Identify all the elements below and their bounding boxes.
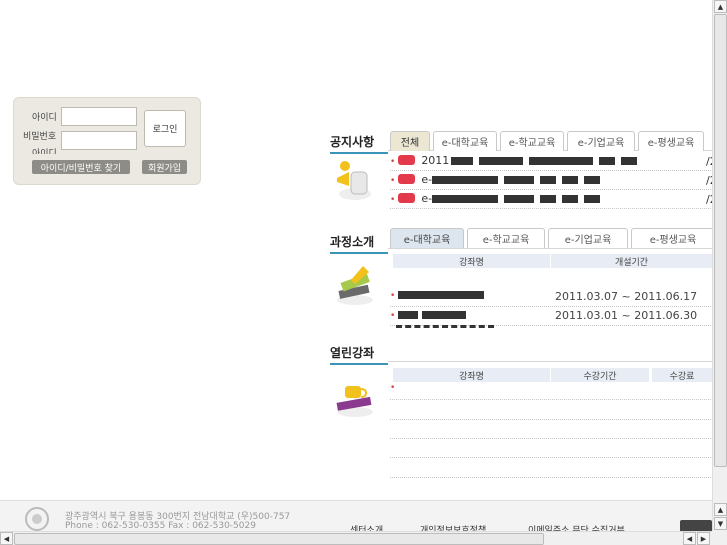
tab-courses-university[interactable]: e-대학교육 (390, 228, 464, 248)
row-divider (390, 457, 713, 458)
open-courses-divider (388, 361, 713, 362)
notice-item-prefix: 2011 (421, 154, 450, 167)
open-course-bullet: • (390, 380, 398, 393)
bullet-icon: • (390, 311, 396, 321)
open-courses-title: 열린강좌 (330, 344, 388, 365)
notice-tabs: 전체 e-대학교육 e-학교교육 e-기업교육 e-평생교육 (390, 131, 704, 151)
password-label: 비밀번호 (23, 132, 57, 142)
tab-notice-lifelong[interactable]: e-평생교육 (638, 131, 704, 151)
vertical-scrollbar[interactable]: ▲ ▲ ▼ (712, 0, 727, 531)
scroll-up-icon[interactable]: ▲ (714, 503, 727, 516)
scroll-down-icon[interactable]: ▼ (714, 517, 727, 530)
row-divider (390, 419, 713, 420)
notice-item[interactable]: • 2011 (390, 154, 638, 167)
row-divider (390, 189, 713, 190)
notice-item-prefix: e- (421, 173, 433, 186)
tab-notice-school[interactable]: e-학교교육 (500, 131, 564, 151)
row-divider (390, 399, 713, 400)
row-divider (390, 208, 713, 209)
bullet-icon: • (390, 176, 396, 186)
new-badge-icon (398, 155, 416, 165)
row-divider (390, 170, 713, 171)
course-period: 2011.03.01 ~ 2011.06.30 (555, 309, 698, 322)
tab-courses-school[interactable]: e-학교교육 (467, 228, 545, 248)
join-button[interactable]: 회원가입 (142, 160, 187, 174)
notice-title: 공지사항 (330, 133, 388, 154)
page: 아이디 비밀번호 아이디 로그인 아이디/비밀번호 찾기 회원가입 공지사항 전… (0, 0, 727, 545)
login-button[interactable]: 로그인 (144, 110, 186, 147)
megaphone-icon (337, 161, 371, 200)
truncated-course-row (396, 325, 494, 328)
course-row[interactable]: • (390, 308, 467, 321)
row-divider (390, 306, 713, 307)
course-period: 2011.03.07 ~ 2011.06.17 (555, 290, 698, 303)
open-header-name: 강좌명 (393, 368, 550, 382)
course-row[interactable]: • (390, 288, 485, 301)
courses-divider (388, 248, 713, 249)
tab-courses-lifelong[interactable]: e-평생교육 (631, 228, 715, 248)
tab-notice-corporate[interactable]: e-기업교육 (567, 131, 635, 151)
courses-header-name: 강좌명 (393, 254, 550, 268)
footer-phone: Phone : 062-530-0355 Fax : 062-530-5029 (65, 521, 256, 531)
open-header-fee: 수강료 (652, 368, 712, 382)
teacup-book-icon (336, 386, 373, 417)
open-header-period: 수강기간 (551, 368, 649, 382)
row-divider (390, 477, 713, 478)
footer: 광주광역시 북구 용봉동 300번지 전남대학교 (우)500-757 Phon… (0, 500, 712, 536)
row-divider (390, 438, 713, 439)
id-input[interactable] (61, 107, 137, 126)
courses-header-period: 개설기간 (551, 254, 712, 268)
id-label: 아이디 (32, 113, 57, 123)
scroll-left-icon[interactable]: ◀ (683, 532, 696, 545)
courses-title: 과정소개 (330, 233, 388, 254)
notice-item[interactable]: • e- (390, 192, 601, 205)
new-badge-icon (398, 174, 416, 184)
horizontal-scroll-thumb[interactable] (14, 533, 544, 545)
vertical-scroll-thumb[interactable] (714, 14, 727, 467)
login-box: 아이디 비밀번호 아이디 로그인 아이디/비밀번호 찾기 회원가입 (13, 97, 201, 185)
bullet-icon: • (390, 291, 396, 301)
books-icon (337, 266, 373, 305)
notice-item[interactable]: • e- (390, 173, 601, 186)
courses-tabs: e-대학교육 e-학교교육 e-기업교육 e-평생교육 (390, 228, 715, 248)
tab-courses-corporate[interactable]: e-기업교육 (548, 228, 628, 248)
scroll-up-icon[interactable]: ▲ (714, 0, 727, 13)
notice-item-prefix: e- (421, 192, 433, 205)
tab-notice-all[interactable]: 전체 (390, 131, 430, 151)
scroll-corner (712, 531, 727, 545)
bullet-icon: • (390, 195, 396, 205)
password-input[interactable] (61, 131, 137, 150)
bullet-icon: • (390, 157, 396, 167)
find-id-password-button[interactable]: 아이디/비밀번호 찾기 (32, 160, 130, 174)
scroll-right-icon[interactable]: ▶ (697, 532, 710, 545)
bullet-icon: • (390, 383, 396, 393)
id-label-secondary: 아이디 (32, 149, 57, 154)
scroll-left-icon[interactable]: ◀ (0, 532, 13, 545)
horizontal-scrollbar[interactable]: ◀ ◀ ▶ (0, 531, 712, 545)
new-badge-icon (398, 193, 416, 203)
tab-notice-university[interactable]: e-대학교육 (433, 131, 497, 151)
university-logo-icon (25, 507, 49, 531)
